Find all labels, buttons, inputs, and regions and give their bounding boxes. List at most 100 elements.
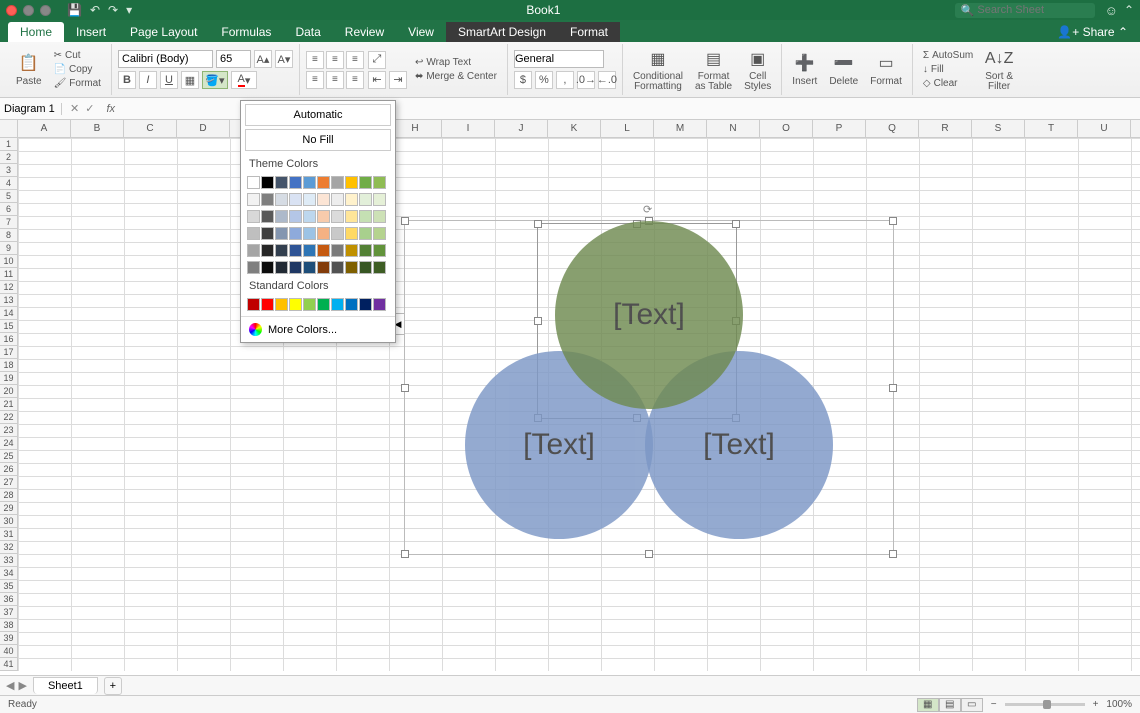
color-swatch[interactable] — [359, 244, 372, 257]
color-swatch[interactable] — [359, 261, 372, 274]
row-header[interactable]: 11 — [0, 268, 17, 281]
close-window-button[interactable] — [6, 5, 17, 16]
row-header[interactable]: 9 — [0, 242, 17, 255]
column-header[interactable]: R — [919, 120, 972, 137]
column-header[interactable]: Q — [866, 120, 919, 137]
row-header[interactable]: 20 — [0, 385, 17, 398]
row-header[interactable]: 29 — [0, 502, 17, 515]
column-header[interactable]: S — [972, 120, 1025, 137]
color-swatch[interactable] — [303, 210, 316, 223]
font-size-select[interactable] — [216, 50, 251, 68]
color-swatch[interactable] — [289, 227, 302, 240]
row-header[interactable]: 1 — [0, 138, 17, 151]
color-swatch[interactable] — [331, 210, 344, 223]
color-swatch[interactable] — [345, 210, 358, 223]
merge-center-button[interactable]: ⬌ Merge & Center — [411, 70, 501, 83]
color-swatch[interactable] — [289, 244, 302, 257]
zoom-slider[interactable] — [1005, 703, 1085, 706]
color-swatch[interactable] — [331, 298, 344, 311]
column-header[interactable]: K — [548, 120, 601, 137]
autosum-button[interactable]: Σ AutoSum — [919, 49, 977, 62]
undo-icon[interactable]: ↶ — [90, 3, 100, 17]
row-header[interactable]: 27 — [0, 476, 17, 489]
row-header[interactable]: 30 — [0, 515, 17, 528]
row-header[interactable]: 33 — [0, 554, 17, 567]
row-header[interactable]: 23 — [0, 424, 17, 437]
tab-format[interactable]: Format — [558, 22, 620, 42]
color-swatch[interactable] — [317, 193, 330, 206]
ribbon-options-icon[interactable]: ⌃ — [1124, 3, 1134, 17]
row-header[interactable]: 41 — [0, 658, 17, 671]
color-swatch[interactable] — [247, 298, 260, 311]
column-header[interactable]: L — [601, 120, 654, 137]
sheet-nav-next-icon[interactable]: ▶ — [18, 679, 26, 692]
column-header[interactable]: P — [813, 120, 866, 137]
copy-button[interactable]: 📄 Copy — [50, 63, 105, 76]
sort-filter-button[interactable]: A↓ZSort & Filter — [981, 46, 1017, 94]
rotate-handle-icon[interactable]: ⟳ — [643, 203, 652, 216]
wrap-text-button[interactable]: ↩ Wrap Text — [411, 56, 501, 69]
row-header[interactable]: 36 — [0, 593, 17, 606]
align-top-left[interactable]: ≡ — [306, 51, 324, 69]
color-swatch[interactable] — [275, 210, 288, 223]
row-header[interactable]: 6 — [0, 203, 17, 216]
decrease-font-button[interactable]: A▾ — [275, 50, 293, 68]
row-header[interactable]: 26 — [0, 463, 17, 476]
row-header[interactable]: 40 — [0, 645, 17, 658]
color-swatch[interactable] — [261, 193, 274, 206]
align-top-center[interactable]: ≡ — [326, 51, 344, 69]
inner-handle-ne[interactable] — [732, 220, 740, 228]
inner-handle-nw[interactable] — [534, 220, 542, 228]
color-swatch[interactable] — [303, 176, 316, 189]
increase-indent-button[interactable]: ⇥ — [389, 71, 407, 89]
row-header[interactable]: 24 — [0, 437, 17, 450]
color-swatch[interactable] — [275, 227, 288, 240]
color-swatch[interactable] — [247, 193, 260, 206]
color-swatch[interactable] — [289, 298, 302, 311]
resize-handle-ne[interactable] — [889, 217, 897, 225]
color-swatch[interactable] — [331, 227, 344, 240]
orientation-button[interactable]: ⤢ — [368, 51, 386, 69]
redo-icon[interactable]: ↷ — [108, 3, 118, 17]
automatic-color-button[interactable]: Automatic — [245, 104, 391, 126]
row-header[interactable]: 3 — [0, 164, 17, 177]
row-header[interactable]: 32 — [0, 541, 17, 554]
row-header[interactable]: 16 — [0, 333, 17, 346]
cancel-formula-icon[interactable]: ✕ — [70, 102, 79, 115]
color-swatch[interactable] — [373, 298, 386, 311]
minimize-window-button[interactable] — [23, 5, 34, 16]
currency-button[interactable]: $ — [514, 71, 532, 89]
column-header[interactable]: D — [177, 120, 230, 137]
zoom-out-button[interactable]: − — [991, 699, 997, 710]
align-bottom-left[interactable]: ≡ — [306, 71, 324, 89]
bold-button[interactable]: B — [118, 71, 136, 89]
zoom-in-button[interactable]: + — [1093, 699, 1099, 710]
row-header[interactable]: 39 — [0, 632, 17, 645]
tab-view[interactable]: View — [396, 22, 446, 42]
color-swatch[interactable] — [345, 261, 358, 274]
font-name-select[interactable] — [118, 50, 213, 68]
row-header[interactable]: 19 — [0, 372, 17, 385]
search-sheet-box[interactable]: 🔍 — [955, 3, 1095, 18]
color-swatch[interactable] — [261, 227, 274, 240]
color-swatch[interactable] — [261, 244, 274, 257]
resize-handle-w[interactable] — [401, 384, 409, 392]
color-swatch[interactable] — [247, 244, 260, 257]
row-header[interactable]: 15 — [0, 320, 17, 333]
row-header[interactable]: 17 — [0, 346, 17, 359]
fill-button[interactable]: ↓ Fill — [919, 63, 977, 76]
color-swatch[interactable] — [247, 261, 260, 274]
column-header[interactable]: I — [442, 120, 495, 137]
resize-handle-e[interactable] — [889, 384, 897, 392]
resize-handle-sw[interactable] — [401, 550, 409, 558]
insert-cells-button[interactable]: ➕Insert — [788, 50, 821, 89]
increase-decimal-button[interactable]: .0→ — [577, 71, 595, 89]
row-header[interactable]: 8 — [0, 229, 17, 242]
color-swatch[interactable] — [359, 227, 372, 240]
color-swatch[interactable] — [373, 210, 386, 223]
row-header[interactable]: 18 — [0, 359, 17, 372]
row-header[interactable]: 13 — [0, 294, 17, 307]
tab-review[interactable]: Review — [333, 22, 396, 42]
color-swatch[interactable] — [317, 227, 330, 240]
color-swatch[interactable] — [359, 176, 372, 189]
